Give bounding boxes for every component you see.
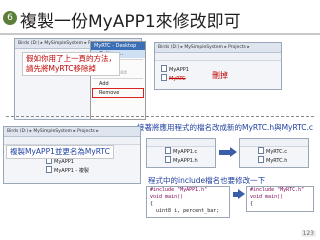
h-file-icon	[258, 156, 264, 163]
menu-separator	[93, 78, 143, 79]
right-arrow-icon	[230, 147, 237, 157]
remove-note: 假如你用了上一頁的方法， 請先將MyRTC移除掉	[22, 52, 120, 76]
code-text: void main()	[150, 194, 184, 200]
code-text: #include "MyAPP1.h"	[150, 187, 208, 193]
c-file-icon	[258, 147, 264, 154]
top-right-explorer-window: Birds (D:) ▸ MySimpleSystem ▸ Projects ▸…	[154, 42, 282, 90]
copy-note: 複製MyAPP1並更名為MyRTC	[6, 145, 114, 159]
code-line: {	[147, 201, 229, 208]
tree-item-myapp1-copy[interactable]: MyAPP1 - 複製	[4, 166, 140, 175]
file-name: MyAPP1.c	[173, 149, 198, 155]
include-instruction: 程式中的include檔名也要修改一下	[148, 176, 266, 185]
breadcrumb-bottom-left[interactable]: Birds (D:) ▸ MySimpleSystem ▸ Projects ▸	[4, 127, 140, 137]
folder-icon	[46, 166, 52, 173]
breadcrumb-right[interactable]: Birds (D:) ▸ MySimpleSystem ▸ Projects ▸	[155, 43, 281, 53]
toolbar	[240, 139, 308, 147]
remove-note-line-1: 假如你用了上一頁的方法，	[26, 54, 116, 63]
code-line: {	[247, 201, 313, 208]
c-file-icon	[165, 147, 171, 154]
menu-header: MyRTC - Desktop	[91, 42, 145, 50]
folder-icon	[161, 65, 167, 72]
tree-item-label: MyRTC	[169, 76, 186, 82]
toolbar	[4, 137, 140, 145]
right-arrow-icon	[238, 189, 245, 199]
section-bullet: 6	[3, 11, 17, 25]
slide-title: 複製一份MyAPP1來修改即可	[20, 12, 241, 32]
after-files-window: MyRTC.c MyRTC.h	[239, 138, 309, 168]
toolbar	[155, 53, 281, 61]
menu-item-remove[interactable]: Remove	[92, 88, 144, 98]
page-number: 123	[300, 230, 316, 237]
file-name: MyAPP1.h	[173, 158, 198, 164]
code-before-editor[interactable]: #include "MyAPP1.h" void main() { uint8 …	[146, 186, 230, 218]
file-name: MyRTC.c	[266, 149, 287, 155]
toolbar	[147, 139, 215, 147]
file-item[interactable]: MyAPP1.h	[147, 156, 215, 165]
code-text: void main()	[250, 194, 284, 200]
menu-item-add[interactable]: Add	[91, 80, 145, 88]
code-line: void main()	[247, 194, 313, 201]
before-files-window: MyAPP1.c MyAPP1.h	[146, 138, 216, 168]
code-line: void main()	[147, 194, 229, 201]
code-after-editor[interactable]: #include "MyRTC.h" void main() {	[246, 186, 314, 212]
remove-note-line-2: 請先將MyRTC移除掉	[26, 64, 96, 73]
file-item[interactable]: MyRTC.h	[240, 156, 308, 165]
file-item[interactable]: MyAPP1.c	[147, 147, 215, 156]
tree-item-label: MyAPP1	[54, 159, 74, 165]
h-file-icon	[165, 156, 171, 163]
folder-icon	[161, 74, 167, 81]
title-divider	[0, 33, 320, 35]
code-line: #include "MyAPP1.h"	[147, 187, 229, 194]
tree-item-label: MyAPP1	[169, 67, 189, 73]
code-line: uint8 i, percent_bar;	[147, 208, 229, 215]
code-line: #include "MyRTC.h"	[247, 187, 313, 194]
section-divider	[6, 116, 314, 117]
code-text: uint8 i, percent_bar;	[150, 208, 220, 214]
rename-instruction: 接著將應用程式的檔名改成新的MyRTC.h與MyRTC.c	[137, 123, 314, 132]
code-text: #include "MyRTC.h"	[250, 187, 305, 193]
delete-label: 刪掉	[212, 71, 228, 80]
file-item[interactable]: MyRTC.c	[240, 147, 308, 156]
code-text: {	[150, 201, 154, 207]
code-text: {	[250, 201, 254, 207]
tree-item-label: MyAPP1 - 複製	[54, 168, 89, 174]
file-name: MyRTC.h	[266, 158, 288, 164]
